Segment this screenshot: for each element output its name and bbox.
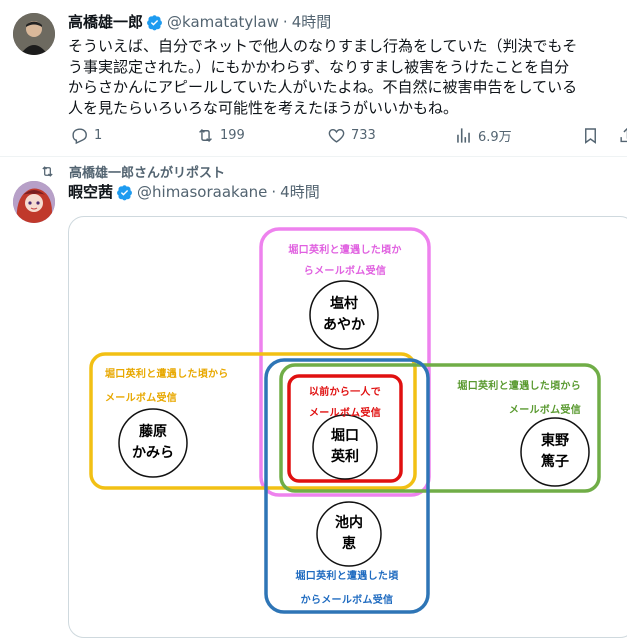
tweet-header: 高橋雄一郎 @kamatatylaw · 4時間: [68, 12, 331, 32]
views-icon: [457, 127, 470, 143]
label-line: 以前から一人で: [308, 387, 382, 398]
left-group-label: 堀口英利と遭遇した頃から メールボム受信: [105, 365, 229, 404]
verified-icon: [117, 184, 132, 200]
like-icon: [328, 128, 345, 143]
tweet-line: そういえば、自分でネットで他人のなりすまし行為をしていた（判決でもそ: [68, 37, 578, 55]
repost-context-label: 高橋雄一郎さんがリポスト: [69, 166, 226, 181]
author-handle[interactable]: @himasoraakane: [137, 182, 267, 202]
reply-count: 1: [94, 127, 103, 143]
bottom-person-name: 池内 恵: [315, 513, 383, 555]
name-line: 英利: [331, 449, 359, 465]
label-line: 堀口英利と遭遇した頃か: [288, 245, 402, 256]
views-count: 6.9万: [478, 129, 512, 145]
avatar[interactable]: [13, 13, 55, 55]
tweet-time[interactable]: 4時間: [280, 182, 320, 202]
tweet-actions: 1 199 733 6.9万: [70, 124, 627, 146]
repost-button[interactable]: 199: [196, 126, 245, 145]
author-handle[interactable]: @kamatatylaw: [167, 12, 279, 32]
repost-small-icon: [42, 166, 53, 177]
label-line: 堀口英利と遭遇した頃: [295, 571, 399, 582]
name-line: 堀口: [331, 428, 359, 444]
share-icon: [620, 127, 627, 142]
top-group-label: 堀口英利と遭遇した頃か らメールボム受信: [69, 241, 621, 277]
center-group-label: 以前から一人で メールボム受信: [289, 383, 401, 419]
name-line: 篤子: [541, 454, 569, 470]
name-line: 東野: [541, 433, 569, 449]
tweet-body: そういえば、自分でネットで他人のなりすまし行為をしていた（判決でもそ う事実認定…: [68, 36, 577, 118]
label-line: らメールボム受信: [303, 266, 387, 277]
name-line: 藤原: [139, 424, 167, 440]
bookmark-icon: [585, 127, 596, 144]
repost-count: 199: [220, 127, 245, 143]
label-line: 堀口英利と遭遇した頃から: [105, 369, 229, 380]
separator-dot: ·: [282, 13, 288, 31]
name-line: かみら: [132, 445, 174, 461]
left-person-name: 藤原 かみら: [119, 422, 187, 464]
repost-icon: [199, 128, 212, 142]
tweet-line: からさかんにアピールしていた人がいたよね。不自然に被害申告をしている: [68, 78, 578, 96]
label-line: メールボム受信: [308, 408, 382, 419]
tweet-image[interactable]: 堀口英利と遭遇した頃か らメールボム受信 塩村 あやか 堀口英利と遭遇した頃から…: [68, 216, 627, 638]
reply-icon: [72, 127, 87, 144]
label-line: からメールボム受信: [300, 595, 394, 606]
avatar-photo: [13, 13, 55, 55]
bottom-group-label: 堀口英利と遭遇した頃 からメールボム受信: [266, 567, 428, 606]
label-line: メールボム受信: [105, 393, 178, 404]
bookmark-button[interactable]: [581, 126, 600, 145]
author-name[interactable]: 暇空茜: [68, 182, 113, 202]
name-line: 恵: [342, 536, 356, 552]
center-person-name: 堀口 英利: [311, 426, 379, 468]
label-line: メールボム受信: [508, 405, 581, 416]
name-line: 塩村: [330, 296, 358, 312]
right-group-label: 堀口英利と遭遇した頃から メールボム受信: [431, 377, 581, 416]
share-button[interactable]: [618, 126, 627, 145]
tweet-header: 暇空茜 @himasoraakane · 4時間: [68, 182, 320, 202]
right-person-name: 東野 篤子: [521, 431, 589, 473]
separator-dot: ·: [271, 183, 277, 201]
like-button[interactable]: 733: [327, 126, 376, 145]
like-count: 733: [351, 127, 376, 143]
author-name[interactable]: 高橋雄一郎: [68, 12, 143, 32]
tweet-divider: [0, 156, 627, 157]
avatar-illustration: [13, 181, 55, 223]
verified-icon: [147, 14, 162, 30]
name-line: 池内: [335, 515, 363, 531]
top-person-name: 塩村 あやか: [310, 294, 378, 336]
views-button[interactable]: 6.9万: [454, 126, 512, 145]
repost-context[interactable]: 高橋雄一郎さんがリポスト: [40, 162, 225, 181]
tweet-line: う事実認定された。）にもかかわらず、なりすまし被害をうけたことを自分: [68, 57, 570, 76]
name-line: あやか: [323, 317, 365, 333]
tweet-line: 人を見たらいろいろな可能性を考えたほうがいいかもね。: [68, 98, 459, 117]
label-line: 堀口英利と遭遇した頃から: [457, 381, 581, 392]
reply-button[interactable]: 1: [70, 126, 102, 145]
avatar[interactable]: [13, 181, 55, 223]
tweet-time[interactable]: 4時間: [292, 12, 332, 32]
